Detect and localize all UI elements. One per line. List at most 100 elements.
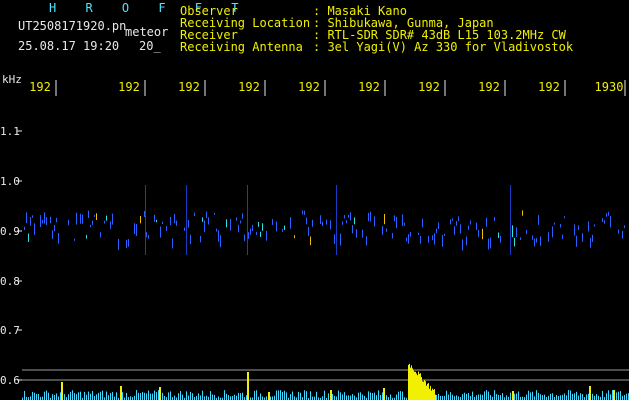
level-bar <box>64 394 65 400</box>
level-bar <box>272 396 273 400</box>
signal-trace <box>190 234 191 245</box>
signal-trace <box>402 214 403 227</box>
level-bar <box>582 394 583 400</box>
signal-trace <box>330 220 331 230</box>
meteor-peak-bar <box>410 367 411 400</box>
level-bar <box>486 390 487 400</box>
level-bar <box>530 392 531 400</box>
signal-trace <box>256 231 257 235</box>
level-bar <box>324 390 325 400</box>
signal-trace <box>342 221 343 225</box>
level-bar <box>518 391 519 400</box>
signal-trace <box>574 224 575 236</box>
signal-trace <box>602 218 603 222</box>
signal-trace <box>214 212 215 215</box>
level-bar <box>402 391 403 400</box>
signal-trace <box>258 221 259 227</box>
level-bar <box>472 391 473 400</box>
signal-trace <box>326 219 327 225</box>
meteor-peak-bar <box>416 373 417 400</box>
level-bar <box>534 396 535 400</box>
y-axis-unit: kHz <box>2 73 22 86</box>
signal-trace <box>94 214 95 217</box>
signal-trace <box>350 212 351 221</box>
peak-bar <box>268 392 270 400</box>
level-bar <box>322 396 323 400</box>
level-bar <box>54 395 55 400</box>
signal-trace <box>394 215 395 222</box>
signal-trace <box>618 229 619 234</box>
level-bar <box>528 390 529 400</box>
level-bar <box>298 391 299 400</box>
level-bar <box>500 395 501 400</box>
signal-trace <box>302 210 303 215</box>
level-bar <box>162 392 163 400</box>
level-bar <box>516 393 517 400</box>
level-bar <box>458 396 459 400</box>
signal-trace <box>56 217 57 223</box>
signal-trace <box>172 238 173 249</box>
signal-trace <box>462 239 463 251</box>
level-bar <box>540 394 541 400</box>
signal-trace <box>374 216 375 227</box>
signal-trace <box>112 213 113 225</box>
signal-trace <box>272 219 273 225</box>
signal-trace <box>384 214 385 225</box>
level-bar <box>156 392 157 400</box>
level-bar <box>290 394 291 400</box>
signal-trace <box>30 217 31 226</box>
level-bar <box>542 395 543 400</box>
level-bar <box>452 394 453 400</box>
signal-trace <box>514 237 515 247</box>
signal-trace <box>382 226 383 235</box>
signal-trace <box>134 223 135 235</box>
signal-trace <box>346 220 347 224</box>
level-bar <box>626 393 627 400</box>
meteor-peak-bar <box>431 390 432 400</box>
meteor-peak-bar <box>415 371 416 400</box>
level-bar <box>284 390 285 400</box>
y-tick-label: 1.1 <box>0 125 20 138</box>
signal-trace <box>522 210 523 216</box>
spectrogram: 192 192 192 192 192 192 192 192 192 1930 kHz 1.1 1.… <box>0 73 629 400</box>
signal-trace <box>238 224 239 233</box>
level-bar <box>84 391 85 400</box>
level-bar <box>574 393 575 400</box>
signal-trace <box>144 211 145 217</box>
level-bar <box>44 391 45 400</box>
signal-trace <box>490 237 491 249</box>
signal-trace <box>436 228 437 234</box>
level-bar <box>136 390 137 400</box>
signal-trace <box>188 220 189 228</box>
x-tick-label: 192 <box>238 80 260 94</box>
signal-trace <box>438 222 439 229</box>
level-bar <box>56 393 57 400</box>
signal-trace <box>418 232 419 235</box>
signal-trace <box>304 210 305 215</box>
signal-trace <box>54 224 55 232</box>
level-bar <box>304 390 305 400</box>
signal-trace <box>170 216 171 226</box>
level-bar <box>544 394 545 400</box>
level-bar <box>254 390 255 400</box>
meteor-peak-bar <box>409 363 410 400</box>
signal-trace <box>88 210 89 219</box>
level-bar <box>498 394 499 400</box>
meteor-peak-bar <box>434 389 435 400</box>
signal-trace <box>512 225 513 238</box>
meteor-peak-bar <box>408 364 409 400</box>
signal-trace <box>128 239 129 247</box>
level-bar <box>140 393 141 400</box>
level-bar <box>400 391 401 400</box>
signal-trace <box>452 218 453 221</box>
meteor-peak-bar <box>411 365 412 400</box>
level-bar <box>240 393 241 400</box>
noise-streak <box>510 185 511 255</box>
level-bar <box>256 390 257 400</box>
x-tick-label: 192 <box>298 80 320 94</box>
meteor-peak-bar <box>428 383 429 400</box>
signal-trace <box>136 224 137 236</box>
level-bar <box>170 391 171 400</box>
meteor-peak-bar <box>417 375 418 400</box>
level-bar <box>80 391 81 400</box>
